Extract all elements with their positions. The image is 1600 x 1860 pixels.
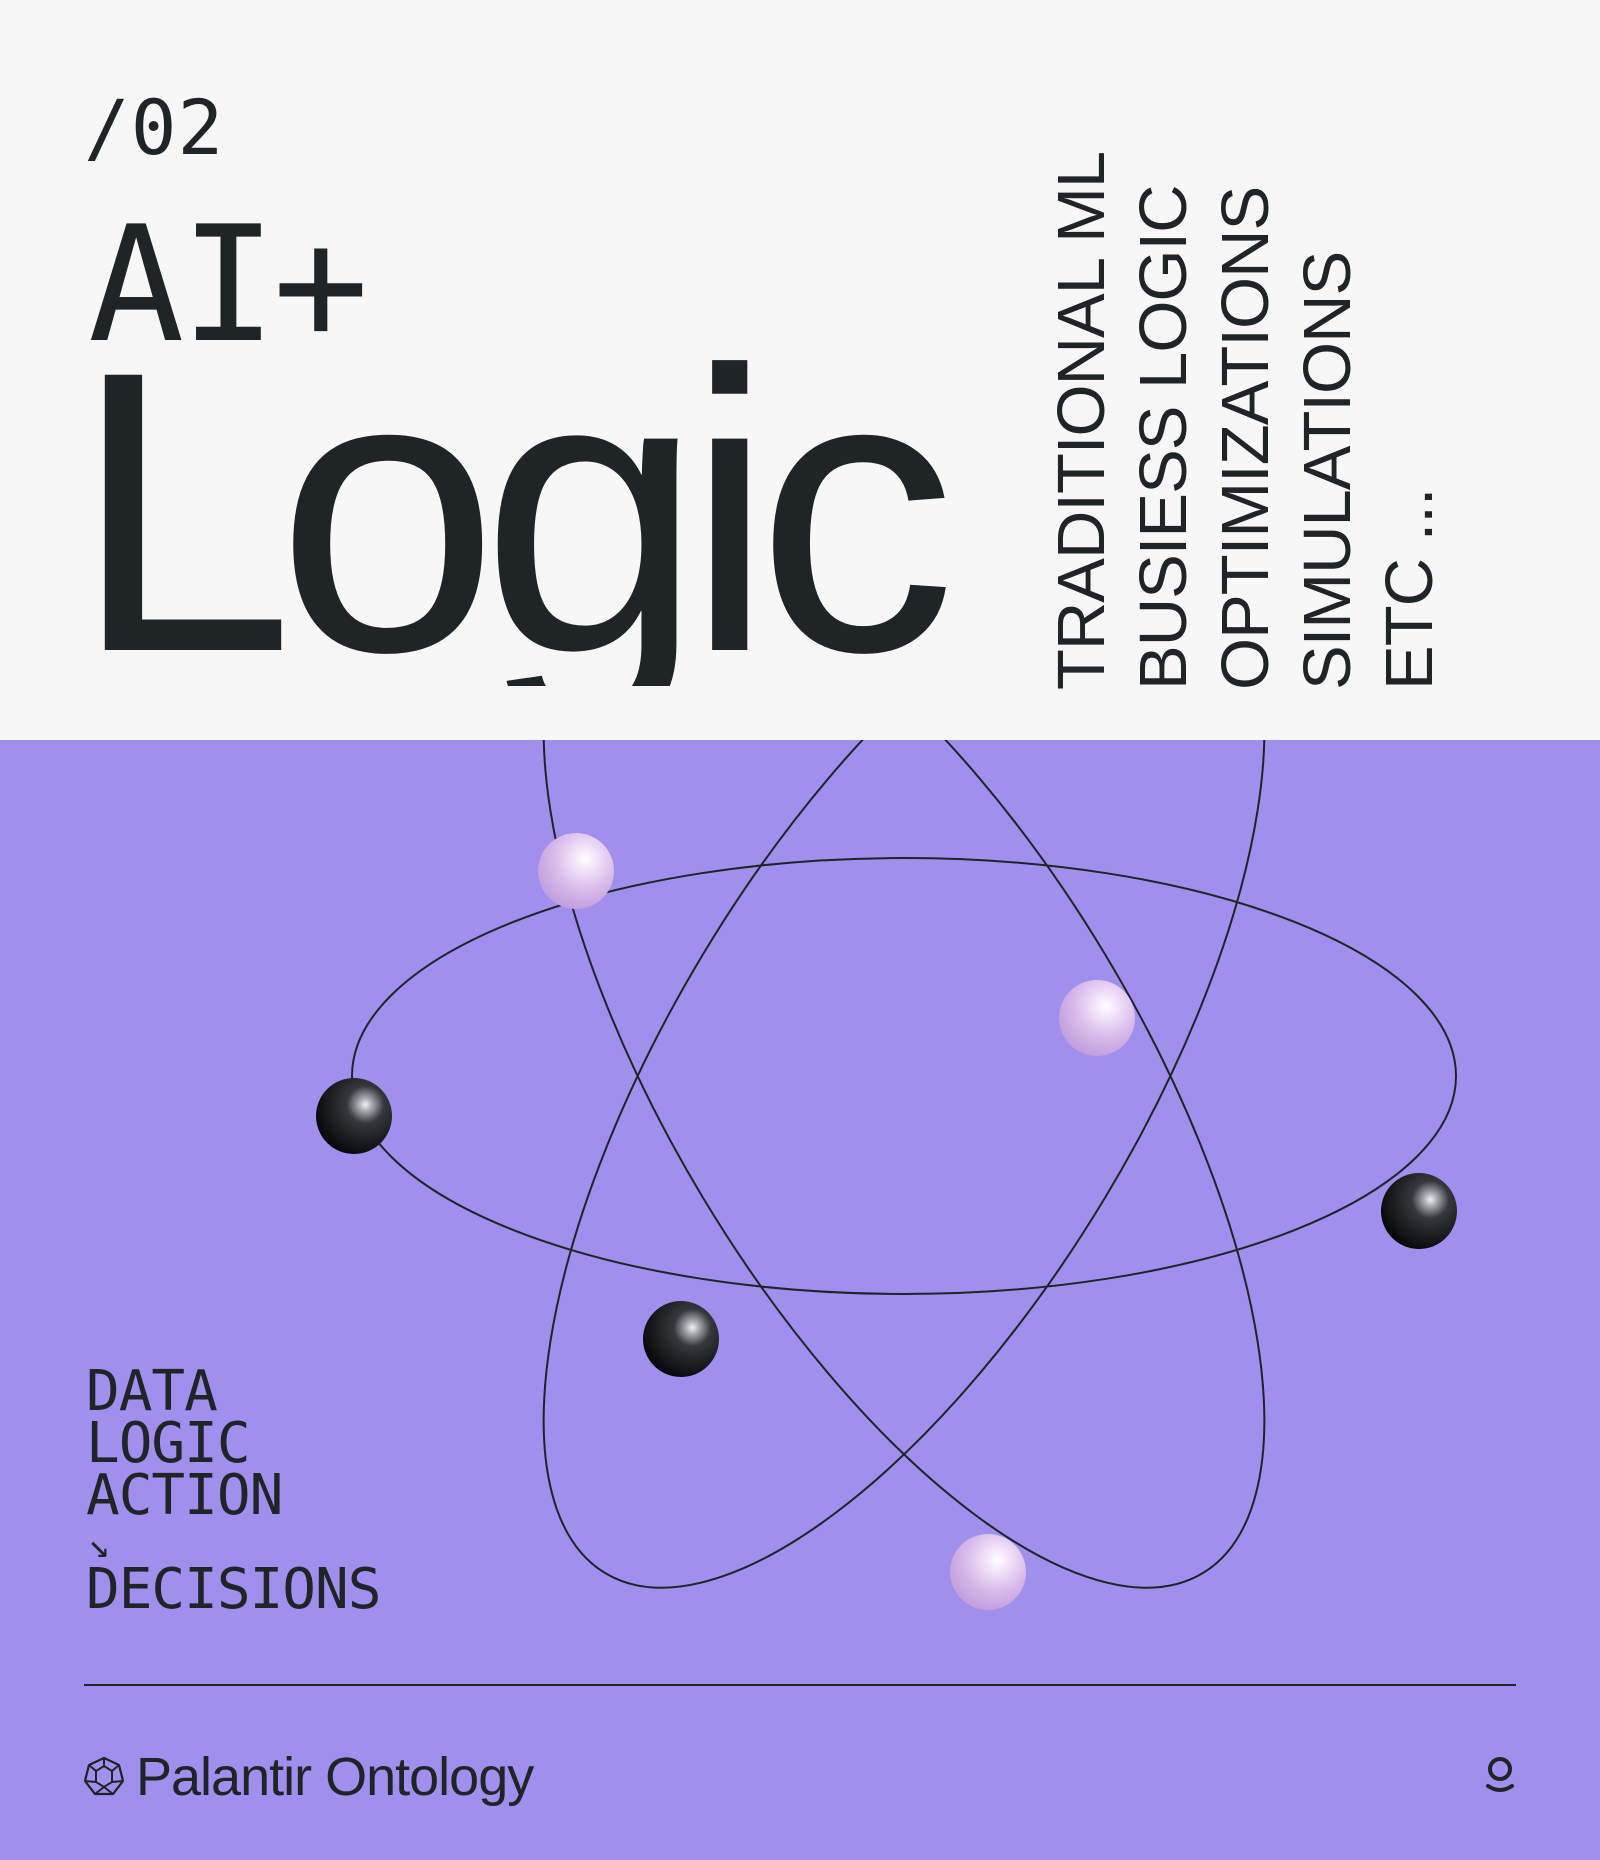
- poster-canvas: /02 AI+ Logic TRADITIONAL ML BUSIESS LOG…: [0, 0, 1600, 1860]
- orbit-horizontal: [351, 857, 1457, 1295]
- page-number: /02: [84, 83, 225, 172]
- capability-item-2: BUSIESS LOGIC: [1126, 185, 1201, 690]
- flow-item-action: ACTION: [86, 1463, 283, 1528]
- sphere-light-right: [1059, 980, 1135, 1056]
- title-mask: [426, 686, 734, 740]
- capability-item-1: TRADITIONAL ML: [1044, 151, 1119, 690]
- sphere-light-top-left: [538, 833, 614, 909]
- footer-divider: [84, 1684, 1516, 1686]
- sphere-dark-left: [316, 1078, 392, 1154]
- brand-lockup: Palantir Ontology: [82, 1747, 534, 1807]
- vertical-capabilities-list: TRADITIONAL ML BUSIESS LOGIC OPTIMIZATIO…: [1044, 152, 1535, 690]
- palantir-corner-icon: [1486, 1757, 1514, 1792]
- sphere-dark-right: [1381, 1173, 1457, 1249]
- brand-name: Palantir Ontology: [136, 1747, 534, 1807]
- flow-result-decisions: DECISIONS: [86, 1557, 381, 1622]
- flow-list: DATA LOGIC ACTION ↘ DECISIONS: [86, 1364, 381, 1622]
- capability-item-4: SIMULATIONS: [1290, 251, 1365, 690]
- headline-large: Logic: [72, 288, 956, 735]
- sphere-light-bottom: [950, 1534, 1026, 1610]
- sphere-dark-center: [643, 1301, 719, 1377]
- capability-item-5: ETC ...: [1372, 488, 1447, 690]
- capability-item-3: OPTIMIZATIONS: [1208, 186, 1283, 690]
- palantir-ontology-logo-icon: [83, 1756, 125, 1796]
